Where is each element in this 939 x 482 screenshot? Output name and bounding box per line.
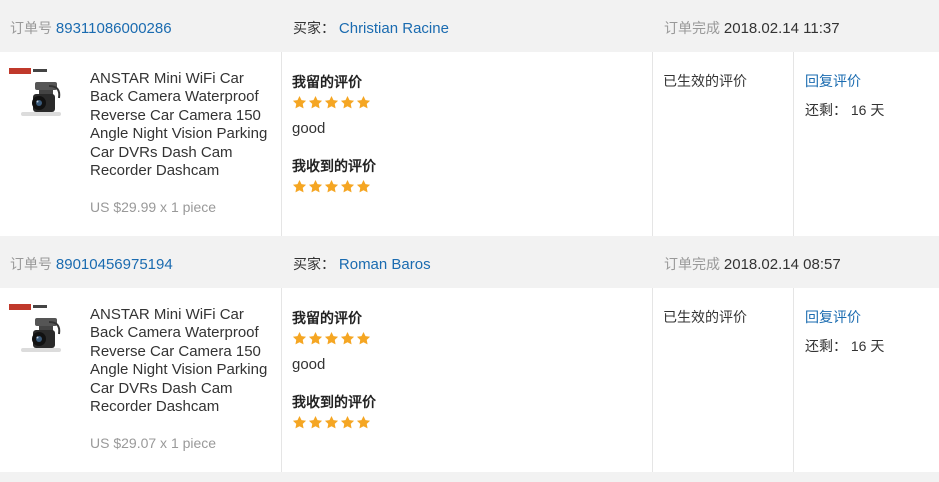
star-icon <box>292 179 307 193</box>
my-review-heading: 我留的评价 <box>292 310 362 326</box>
star-icon <box>308 415 323 429</box>
order-block: 订单号 89311086000286 买家： Christian Racine … <box>0 0 939 236</box>
buyer-name-link[interactable]: Christian Racine <box>339 20 449 37</box>
star-icon <box>308 179 323 193</box>
order-body: ANSTAR Mini WiFi Car Back Camera Waterpr… <box>0 288 939 472</box>
product-title[interactable]: ANSTAR Mini WiFi Car Back Camera Waterpr… <box>90 306 270 416</box>
order-status-label: 订单完成 <box>664 20 720 36</box>
star-icon <box>324 179 339 193</box>
received-rating-stars <box>292 415 371 430</box>
order-id-link[interactable]: 89311086000286 <box>56 20 172 37</box>
order-datetime: 2018.02.14 11:37 <box>723 20 840 37</box>
star-icon <box>308 95 323 109</box>
order-block: 订单号 89010456975194 买家： Roman Baros 订单完成 … <box>0 236 939 472</box>
my-review-heading: 我留的评价 <box>292 74 362 90</box>
product-cell: ANSTAR Mini WiFi Car Back Camera Waterpr… <box>0 288 282 472</box>
eval-status: 已生效的评价 <box>663 309 747 325</box>
order-id-group: 订单号 89010456975194 <box>10 254 173 274</box>
star-icon <box>356 95 371 109</box>
eval-status: 已生效的评价 <box>663 73 747 89</box>
order-header: 订单号 89010456975194 买家： Roman Baros 订单完成 … <box>0 236 939 288</box>
star-icon <box>340 331 355 345</box>
star-icon <box>308 331 323 345</box>
buyer-label: 买家： <box>293 20 335 36</box>
dashcam-product-image[interactable] <box>9 68 71 130</box>
star-icon <box>356 179 371 193</box>
order-status-group: 订单完成 2018.02.14 08:57 <box>664 254 841 274</box>
order-id-link[interactable]: 89010456975194 <box>56 256 173 273</box>
eval-status-cell: 已生效的评价 <box>653 52 794 236</box>
buyer-group: 买家： Roman Baros <box>293 254 431 274</box>
my-rating-stars <box>292 95 371 110</box>
dashcam-product-image[interactable] <box>9 304 71 366</box>
order-id-label: 订单号 <box>10 256 52 272</box>
star-icon <box>292 415 307 429</box>
star-icon <box>356 331 371 345</box>
received-review-heading: 我收到的评价 <box>292 394 376 410</box>
my-review-text: good <box>292 356 326 373</box>
product-price: US $29.07 x 1 piece <box>90 435 217 451</box>
remaining-days: 还剩： 16 天 <box>805 338 885 354</box>
product-title[interactable]: ANSTAR Mini WiFi Car Back Camera Waterpr… <box>90 70 270 180</box>
star-icon <box>340 415 355 429</box>
order-id-group: 订单号 89311086000286 <box>10 18 172 38</box>
star-icon <box>340 95 355 109</box>
received-rating-stars <box>292 179 371 194</box>
order-status-label: 订单完成 <box>664 256 720 272</box>
product-cell: ANSTAR Mini WiFi Car Back Camera Waterpr… <box>0 52 282 236</box>
product-price: US $29.99 x 1 piece <box>90 199 217 215</box>
my-review-text: good <box>292 120 326 137</box>
action-cell: 回复评价 还剩： 16 天 <box>794 52 939 236</box>
review-cell: 我留的评价 good 我收到的评价 <box>282 288 653 472</box>
remaining-days: 还剩： 16 天 <box>805 102 885 118</box>
reply-review-link[interactable]: 回复评价 <box>805 307 861 327</box>
star-icon <box>324 331 339 345</box>
eval-status-cell: 已生效的评价 <box>653 288 794 472</box>
order-datetime: 2018.02.14 08:57 <box>723 256 841 273</box>
star-icon <box>356 415 371 429</box>
order-header: 订单号 89311086000286 买家： Christian Racine … <box>0 0 939 52</box>
buyer-label: 买家： <box>293 256 335 272</box>
reply-review-link[interactable]: 回复评价 <box>805 71 861 91</box>
next-order-header-strip <box>0 472 939 482</box>
star-icon <box>292 331 307 345</box>
order-id-label: 订单号 <box>10 20 52 36</box>
buyer-group: 买家： Christian Racine <box>293 18 449 38</box>
my-rating-stars <box>292 331 371 346</box>
review-cell: 我留的评价 good 我收到的评价 <box>282 52 653 236</box>
order-body: ANSTAR Mini WiFi Car Back Camera Waterpr… <box>0 52 939 236</box>
star-icon <box>324 415 339 429</box>
star-icon <box>340 179 355 193</box>
action-cell: 回复评价 还剩： 16 天 <box>794 288 939 472</box>
order-status-group: 订单完成 2018.02.14 11:37 <box>664 18 840 38</box>
buyer-name-link[interactable]: Roman Baros <box>339 256 431 273</box>
star-icon <box>292 95 307 109</box>
star-icon <box>324 95 339 109</box>
received-review-heading: 我收到的评价 <box>292 158 376 174</box>
